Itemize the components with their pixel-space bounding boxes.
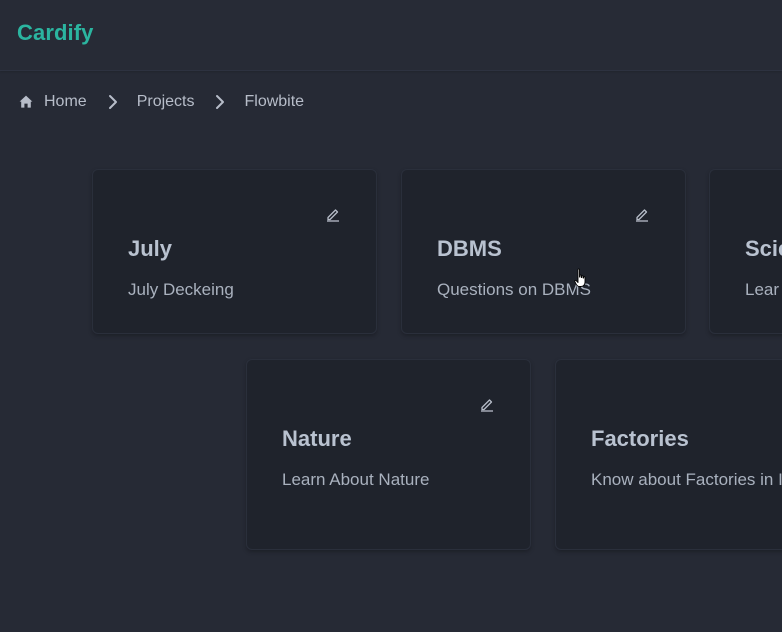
deck-card-science[interactable]: Scie Lear bbox=[709, 169, 782, 334]
breadcrumb: Home Projects Flowbite bbox=[18, 90, 304, 114]
app-page: Cardify Home Projects Flowbite July July… bbox=[0, 0, 782, 632]
breadcrumb-projects-label: Projects bbox=[136, 93, 195, 110]
card-title: July bbox=[128, 236, 173, 261]
breadcrumb-flowbite-label: Flowbite bbox=[244, 93, 305, 110]
chevron-right-icon bbox=[216, 95, 225, 109]
card-description: Learn About Nature bbox=[282, 470, 430, 489]
edit-icon[interactable] bbox=[325, 206, 341, 222]
home-icon bbox=[19, 95, 33, 108]
card-description: Lear bbox=[745, 280, 780, 299]
card-title: Nature bbox=[282, 426, 352, 451]
top-navbar: Cardify bbox=[0, 0, 782, 71]
card-description: Know about Factories in India bbox=[591, 470, 782, 489]
breadcrumb-projects[interactable]: Projects bbox=[137, 93, 195, 111]
card-title: Scie bbox=[745, 236, 782, 261]
card-description: July Deckeing bbox=[128, 280, 234, 299]
card-title: Factories bbox=[591, 426, 689, 451]
card-description: Questions on DBMS bbox=[437, 280, 592, 299]
breadcrumb-home[interactable]: Home bbox=[18, 93, 87, 111]
card-title: DBMS bbox=[437, 236, 502, 261]
hand-pointer-icon bbox=[574, 268, 586, 287]
edit-icon[interactable] bbox=[634, 206, 650, 222]
deck-card-factories[interactable]: Factories Know about Factories in India bbox=[555, 359, 782, 550]
edit-icon[interactable] bbox=[479, 396, 495, 412]
deck-card-nature[interactable]: Nature Learn About Nature bbox=[246, 359, 531, 550]
chevron-right-icon bbox=[108, 95, 117, 109]
breadcrumb-home-label: Home bbox=[44, 93, 87, 110]
brand-logo[interactable]: Cardify bbox=[17, 20, 94, 46]
breadcrumb-flowbite: Flowbite bbox=[244, 93, 304, 111]
deck-card-july[interactable]: July July Deckeing bbox=[92, 169, 377, 334]
deck-card-dbms[interactable]: DBMS Questions on DBMS bbox=[401, 169, 686, 334]
